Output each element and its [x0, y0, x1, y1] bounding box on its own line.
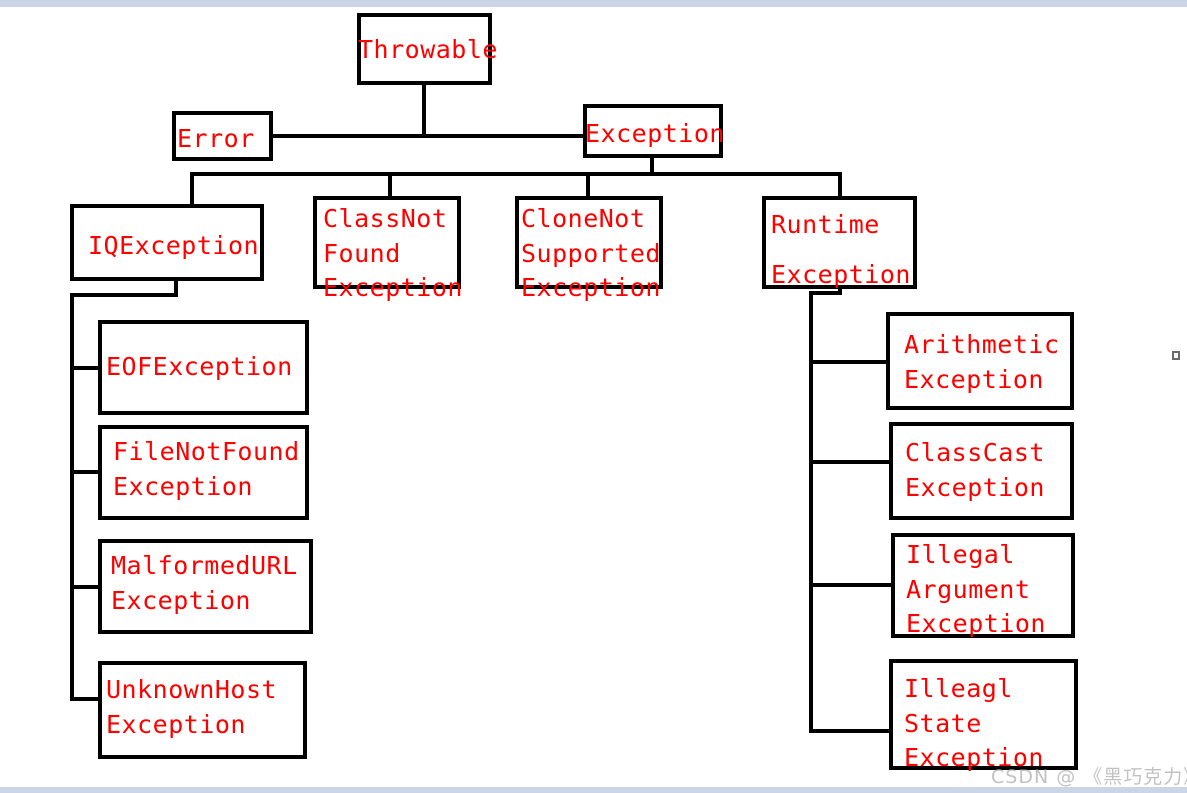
- node-filenotfoundexception[interactable]: FileNotFound Exception: [98, 425, 309, 520]
- connector-stub-classcast: [809, 460, 891, 464]
- node-illegalstateexception-label: Illeagl State Exception: [904, 674, 1044, 772]
- node-runtimeexception[interactable]: Runtime Exception: [762, 196, 917, 289]
- connector-drop-runtime: [838, 172, 842, 196]
- node-eofexception-label: EOFException: [106, 352, 293, 381]
- node-classnotfoundexception-label: ClassNot Found Exception: [323, 204, 463, 302]
- top-edge-strip: [0, 0, 1187, 7]
- node-illegalargumentexception[interactable]: Illegal Argument Exception: [891, 533, 1075, 638]
- node-exception[interactable]: Exception: [583, 104, 725, 158]
- csdn-watermark: CSDN @ 《黑巧克力》: [991, 766, 1187, 788]
- node-malformedurlexception[interactable]: MalformedURL Exception: [98, 539, 313, 634]
- node-arithmeticexception-label: Arithmetic Exception: [904, 330, 1060, 394]
- connector-stub-illegalstate: [809, 729, 891, 733]
- node-filenotfoundexception-label: FileNotFound Exception: [113, 437, 300, 501]
- exception-hierarchy-diagram: Throwable Error Exception IQException Cl…: [0, 0, 1187, 793]
- node-error-label: Error: [177, 124, 255, 153]
- stray-marker-icon: [1172, 351, 1180, 360]
- node-throwable[interactable]: Throwable: [357, 13, 497, 85]
- node-unknownhostexception[interactable]: UnknownHost Exception: [98, 661, 307, 759]
- node-arithmeticexception[interactable]: Arithmetic Exception: [886, 312, 1074, 410]
- connector-runtime-spine: [809, 291, 813, 733]
- connector-drop-classnotfound: [388, 172, 392, 196]
- node-classnotfoundexception[interactable]: ClassNot Found Exception: [313, 196, 462, 302]
- connector-io-spine: [70, 293, 74, 701]
- connector-throwable-bar: [272, 134, 586, 138]
- connector-stub-illegalargument: [809, 583, 891, 587]
- node-ioexception-label: IQException: [88, 231, 260, 260]
- node-runtimeexception-label: Runtime Exception: [771, 210, 911, 289]
- node-exception-label: Exception: [585, 119, 725, 148]
- node-ioexception[interactable]: IQException: [70, 204, 264, 281]
- connector-stub-arithmetic: [809, 360, 891, 364]
- node-eofexception[interactable]: EOFException: [98, 320, 309, 415]
- node-clonenotsupportedexception[interactable]: CloneNot Supported Exception: [515, 196, 663, 302]
- node-illegalstateexception[interactable]: Illeagl State Exception: [889, 659, 1078, 772]
- node-clonenotsupportedexception-label: CloneNot Supported Exception: [521, 204, 661, 302]
- node-classcastexception[interactable]: ClassCast Exception: [889, 422, 1074, 520]
- connector-exception-bus: [190, 172, 842, 176]
- node-malformedurlexception-label: MalformedURL Exception: [111, 551, 298, 615]
- node-classcastexception-label: ClassCast Exception: [905, 438, 1045, 502]
- node-illegalargumentexception-label: Illegal Argument Exception: [906, 540, 1046, 638]
- node-throwable-label: Throwable: [358, 35, 498, 64]
- node-error[interactable]: Error: [172, 111, 273, 161]
- node-unknownhostexception-label: UnknownHost Exception: [106, 675, 278, 739]
- connector-throwable-stem: [422, 84, 426, 136]
- connector-runtime-elbow: [809, 291, 842, 295]
